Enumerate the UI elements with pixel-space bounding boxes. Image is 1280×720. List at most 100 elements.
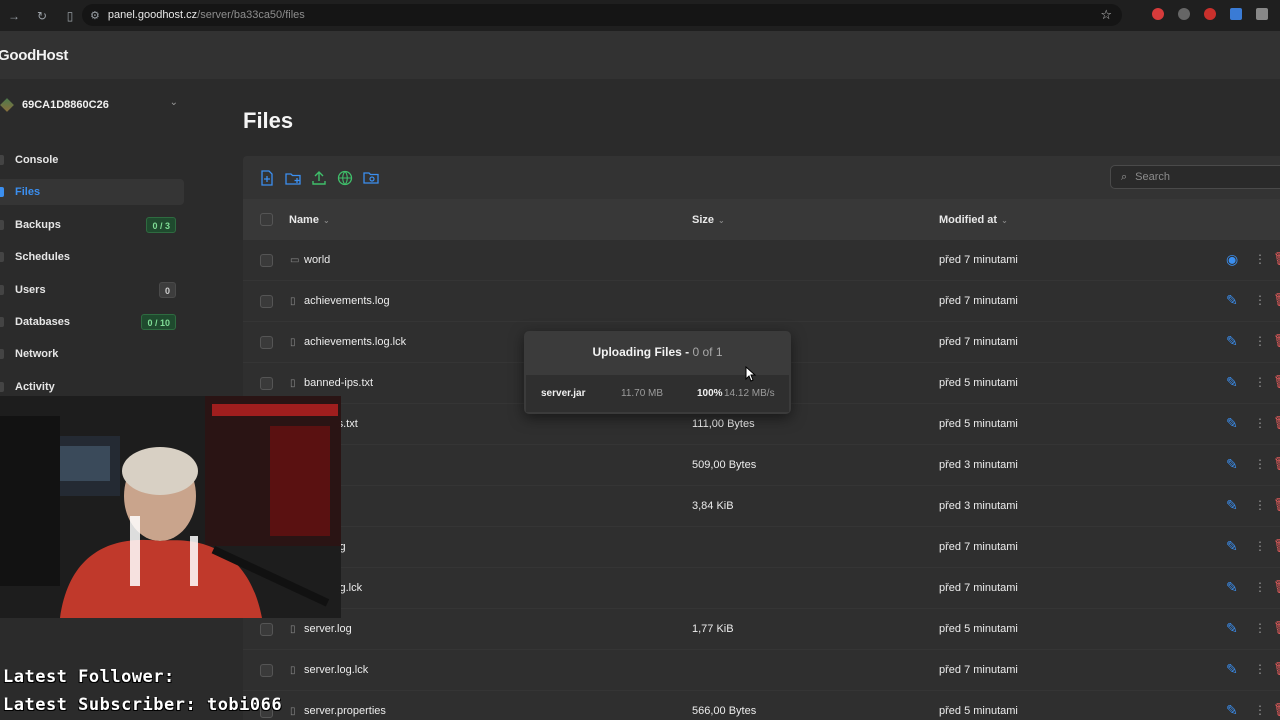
latest-subscriber-label: Latest Subscriber: tobi066	[3, 695, 283, 715]
file-icon: ▯	[290, 705, 296, 717]
delete-trash-icon[interactable]: 🗑	[1273, 333, 1280, 349]
table-row[interactable]: ▯ance.log.lckpřed 7 minutami✎⋮🗑	[243, 568, 1280, 609]
forward-icon[interactable]: →	[8, 9, 20, 23]
delete-trash-icon[interactable]: 🗑	[1273, 415, 1280, 431]
sort-chevron-icon: ⌄	[322, 215, 330, 225]
more-options-icon[interactable]: ⋮	[1254, 457, 1266, 471]
server-selector[interactable]: 69CA1D8860C26 ⌄	[0, 93, 190, 117]
row-checkbox[interactable]	[260, 664, 273, 677]
edit-pencil-icon[interactable]: ✎	[1226, 292, 1238, 309]
edit-pencil-icon[interactable]: ✎	[1226, 661, 1238, 678]
column-name-header[interactable]: Name ⌄	[289, 214, 330, 226]
sidebar-item-databases[interactable]: Databases 0 / 10	[0, 309, 184, 335]
delete-trash-icon[interactable]: 🗑	[1273, 702, 1280, 718]
row-checkbox[interactable]	[260, 377, 273, 390]
new-file-icon[interactable]	[259, 169, 275, 186]
sort-chevron-icon: ⌄	[1001, 215, 1008, 225]
select-all-checkbox[interactable]	[260, 213, 273, 226]
delete-trash-icon[interactable]: 🗑	[1273, 497, 1280, 513]
extension-icon[interactable]	[1230, 8, 1242, 20]
more-options-icon[interactable]: ⋮	[1254, 539, 1266, 553]
delete-trash-icon[interactable]: 🗑	[1273, 374, 1280, 390]
delete-trash-icon[interactable]: 🗑	[1273, 292, 1280, 308]
row-checkbox[interactable]	[260, 336, 273, 349]
delete-trash-icon[interactable]: 🗑	[1273, 456, 1280, 472]
extension-icon[interactable]	[1256, 8, 1268, 20]
sidebar-item-files[interactable]: Files	[0, 179, 184, 206]
column-modified-header[interactable]: Modified at ⌄	[939, 214, 1008, 226]
table-row[interactable]: ▯ server.log.lck před 7 minutami ✎ ⋮ 🗑	[243, 650, 1280, 691]
more-options-icon[interactable]: ⋮	[1254, 252, 1266, 266]
delete-trash-icon[interactable]: 🗑	[1273, 661, 1280, 677]
file-name-cell[interactable]: ▯ server.properties	[290, 705, 386, 717]
edit-pencil-icon[interactable]: ✎	[1226, 497, 1238, 514]
view-icon[interactable]: ◉	[1226, 251, 1238, 268]
file-name-cell[interactable]: ▯ banned-ips.txt	[290, 377, 373, 389]
folder-search-icon[interactable]	[363, 170, 379, 186]
more-options-icon[interactable]: ⋮	[1254, 580, 1266, 594]
row-checkbox[interactable]	[260, 623, 273, 636]
edit-pencil-icon[interactable]: ✎	[1226, 456, 1238, 473]
file-modified: před 7 minutami	[939, 336, 1018, 348]
split-view-icon[interactable]: ▯	[64, 9, 76, 23]
file-name-cell[interactable]: ▯ server.log.lck	[290, 664, 368, 676]
server-name: 69CA1D8860C26	[22, 99, 109, 111]
edit-pencil-icon[interactable]: ✎	[1226, 538, 1238, 555]
reload-icon[interactable]: ↻	[36, 9, 48, 23]
sidebar-item-console[interactable]: Console	[0, 147, 184, 173]
table-row[interactable]: ▭ world před 7 minutami ◉ ⋮ 🗑	[243, 240, 1280, 281]
new-folder-icon[interactable]	[285, 170, 301, 186]
edit-pencil-icon[interactable]: ✎	[1226, 702, 1238, 719]
remote-download-globe-icon[interactable]	[337, 170, 353, 186]
file-name-cell[interactable]: ▯ achievements.log.lck	[290, 336, 406, 348]
more-options-icon[interactable]: ⋮	[1254, 416, 1266, 430]
sidebar-item-network[interactable]: Network	[0, 341, 184, 367]
delete-trash-icon[interactable]: 🗑	[1273, 251, 1280, 267]
edit-pencil-icon[interactable]: ✎	[1226, 620, 1238, 637]
file-name-cell[interactable]: ▭ world	[290, 254, 330, 266]
sidebar-item-backups[interactable]: Backups 0 / 3	[0, 212, 184, 238]
table-row[interactable]: ▯ server.log 1,77 KiB před 5 minutami ✎ ⋮ 🗑	[243, 609, 1280, 650]
row-checkbox[interactable]	[260, 254, 273, 267]
more-options-icon[interactable]: ⋮	[1254, 293, 1266, 307]
file-name-cell[interactable]: ▯ server.log	[290, 623, 352, 635]
more-options-icon[interactable]: ⋮	[1254, 498, 1266, 512]
sidebar-item-users[interactable]: Users 0	[0, 277, 184, 303]
sidebar-nav: Console Files Backups 0 / 3 Schedules Use…	[0, 147, 184, 406]
more-options-icon[interactable]: ⋮	[1254, 662, 1266, 676]
more-options-icon[interactable]: ⋮	[1254, 621, 1266, 635]
edit-pencil-icon[interactable]: ✎	[1226, 415, 1238, 432]
edit-pencil-icon[interactable]: ✎	[1226, 374, 1238, 391]
latest-follower-label: Latest Follower:	[3, 667, 175, 687]
file-name-cell[interactable]: ▯ achievements.log	[290, 295, 390, 307]
bookmark-star-icon[interactable]: ☆	[1100, 7, 1112, 23]
table-row[interactable]: ▯ server.properties 566,00 Bytes před 5 min…	[243, 691, 1280, 720]
table-row[interactable]: ▯ance.logpřed 7 minutami✎⋮🗑	[243, 527, 1280, 568]
table-row[interactable]: ▯ml3,84 KiBpřed 3 minutami✎⋮🗑	[243, 486, 1280, 527]
edit-pencil-icon[interactable]: ✎	[1226, 579, 1238, 596]
sidebar-item-schedules[interactable]: Schedules	[0, 244, 184, 270]
row-checkbox[interactable]	[260, 295, 273, 308]
more-options-icon[interactable]: ⋮	[1254, 703, 1266, 717]
delete-trash-icon[interactable]: 🗑	[1273, 538, 1280, 554]
extension-icon[interactable]	[1178, 8, 1190, 20]
delete-trash-icon[interactable]: 🗑	[1273, 620, 1280, 636]
nav-indicator	[0, 187, 4, 198]
nav-indicator	[0, 284, 4, 295]
column-size-header[interactable]: Size ⌄	[692, 214, 725, 226]
site-settings-icon[interactable]: ⚙	[90, 9, 100, 22]
app-header: GoodHost	[0, 31, 1280, 79]
table-row[interactable]: ▯ml509,00 Bytespřed 3 minutami✎⋮🗑	[243, 445, 1280, 486]
upload-icon[interactable]	[311, 170, 327, 186]
search-input[interactable]: ⌕ Search	[1110, 165, 1280, 189]
extension-icon[interactable]	[1204, 8, 1216, 20]
more-options-icon[interactable]: ⋮	[1254, 334, 1266, 348]
more-options-icon[interactable]: ⋮	[1254, 375, 1266, 389]
extension-icon[interactable]	[1152, 8, 1164, 20]
delete-trash-icon[interactable]: 🗑	[1273, 579, 1280, 595]
address-bar[interactable]: ⚙ panel.goodhost.cz/server/ba33ca50/file…	[82, 4, 1122, 26]
table-row[interactable]: ▯ achievements.log před 7 minutami ✎ ⋮ 🗑	[243, 281, 1280, 322]
upload-percent: 100%	[697, 388, 723, 399]
edit-pencil-icon[interactable]: ✎	[1226, 333, 1238, 350]
brand-logo[interactable]: GoodHost	[0, 47, 68, 64]
